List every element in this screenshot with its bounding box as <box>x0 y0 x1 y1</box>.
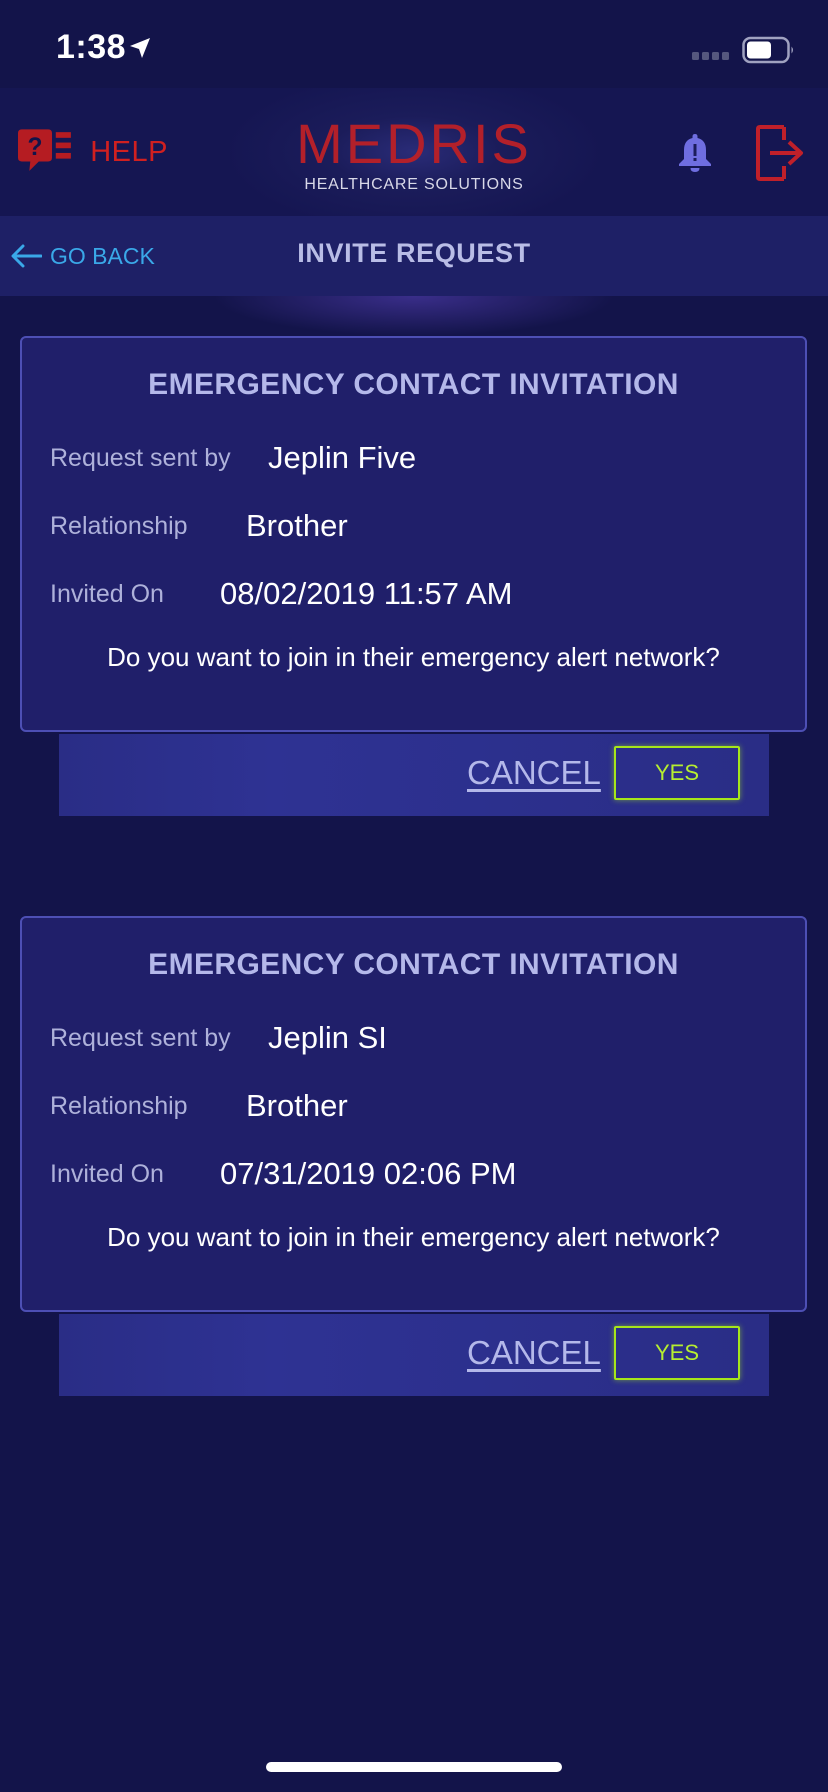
join-question: Do you want to join in their emergency a… <box>107 1222 720 1252</box>
relationship-value: Brother <box>246 1088 348 1123</box>
invitation-action-bar: CANCEL YES <box>59 734 769 816</box>
notification-bell-icon[interactable] <box>676 132 714 172</box>
go-back-label: GO BACK <box>50 242 155 269</box>
sender-name: Jeplin Five <box>268 440 417 475</box>
sender-label: Request sent by <box>50 444 231 472</box>
help-label: HELP <box>90 135 168 168</box>
brand-logo: MEDRIS HEALTHCARE SOLUTIONS <box>290 116 538 196</box>
sender-label: Request sent by <box>50 1024 231 1052</box>
home-indicator[interactable] <box>266 1762 562 1772</box>
sender-name: Jeplin SI <box>268 1020 387 1055</box>
logout-icon[interactable] <box>756 124 806 182</box>
svg-text:?: ? <box>28 134 43 161</box>
join-question: Do you want to join in their emergency a… <box>107 642 720 672</box>
status-bar: 1:38 <box>0 0 828 100</box>
invitation-action-bar: CANCEL YES <box>59 1314 769 1396</box>
page-title: INVITE REQUEST <box>297 238 531 268</box>
nav-bar: GO BACK INVITE REQUEST <box>0 216 828 296</box>
location-arrow-icon <box>130 38 150 58</box>
status-time: 1:38 <box>56 28 127 66</box>
help-button[interactable]: ? HELP <box>18 128 168 176</box>
help-question-icon: ? <box>18 129 71 171</box>
cellular-signal-icon <box>692 52 729 60</box>
relationship-label: Relationship <box>50 1092 188 1120</box>
invitation-card: EMERGENCY CONTACT INVITATION Request sen… <box>20 916 807 1312</box>
invitation-card: EMERGENCY CONTACT INVITATION Request sen… <box>20 336 807 732</box>
yes-button[interactable]: YES <box>614 1326 740 1380</box>
card-title: EMERGENCY CONTACT INVITATION <box>148 948 679 981</box>
invited-on-label: Invited On <box>50 580 164 608</box>
yes-button[interactable]: YES <box>614 746 740 800</box>
brand-tagline: HEALTHCARE SOLUTIONS <box>304 176 524 193</box>
invited-on-label: Invited On <box>50 1160 164 1188</box>
cancel-button[interactable]: CANCEL <box>467 1334 601 1372</box>
invited-on-value: 07/31/2019 02:06 PM <box>220 1156 517 1191</box>
invited-on-value: 08/02/2019 11:57 AM <box>220 576 513 611</box>
go-back-button[interactable]: GO BACK <box>10 238 155 274</box>
back-arrow-icon <box>11 244 42 268</box>
battery-icon <box>742 36 793 64</box>
invite-request-screen: 1:38 ? HELP MEDRIS HEALTHCARE SOLUTIONS … <box>0 0 828 1792</box>
relationship-value: Brother <box>246 508 348 543</box>
relationship-label: Relationship <box>50 512 188 540</box>
brand-name: MEDRIS <box>296 112 532 175</box>
cancel-button[interactable]: CANCEL <box>467 754 601 792</box>
card-title: EMERGENCY CONTACT INVITATION <box>148 368 679 401</box>
app-header: ? HELP MEDRIS HEALTHCARE SOLUTIONS <box>0 88 828 216</box>
